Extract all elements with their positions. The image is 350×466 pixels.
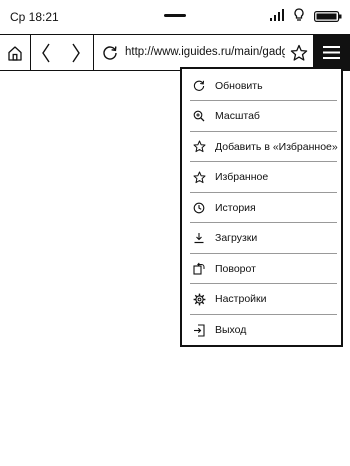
- browser-toolbar: http://www.iguides.ru/main/gadgets: [0, 34, 350, 71]
- status-bar: Ср 18:21: [0, 0, 350, 34]
- address-bar[interactable]: http://www.iguides.ru/main/gadgets: [125, 35, 285, 70]
- star-icon: [192, 170, 206, 184]
- battery-icon: [314, 11, 342, 22]
- refresh-icon: [102, 45, 118, 61]
- menu-button[interactable]: [313, 35, 350, 70]
- frontlight-icon[interactable]: [294, 8, 304, 22]
- chevron-left-icon: [41, 43, 51, 63]
- menu-item-label: Обновить: [215, 79, 263, 92]
- menu-item-rotate[interactable]: Поворот: [190, 254, 337, 284]
- status-time: Ср 18:21: [10, 10, 59, 24]
- menu-item-label: Добавить в «Избранное»: [215, 140, 338, 153]
- menu-item-label: История: [215, 201, 256, 214]
- menu-item-downloads[interactable]: Загрузки: [190, 224, 337, 254]
- menu-item-history[interactable]: История: [190, 193, 337, 223]
- menu-item-label: Выход: [215, 324, 247, 336]
- refresh-icon: [192, 79, 206, 93]
- gear-icon: [192, 292, 206, 306]
- forward-button[interactable]: [61, 35, 91, 70]
- menu-item-favorites[interactable]: Избранное: [190, 163, 337, 193]
- menu-item-settings[interactable]: Настройки: [190, 285, 337, 315]
- bookmark-button[interactable]: [286, 35, 312, 70]
- hamburger-icon: [323, 46, 340, 59]
- menu-item-label: Поворот: [215, 262, 256, 275]
- menu-item-exit[interactable]: Выход: [190, 315, 337, 345]
- download-icon: [192, 231, 206, 245]
- menu-item-refresh[interactable]: Обновить: [190, 71, 337, 101]
- menu-item-add-favorite[interactable]: Добавить в «Избранное»: [190, 132, 338, 162]
- menu-item-label: Масштаб: [215, 110, 260, 122]
- toolbar-divider: [93, 35, 94, 70]
- pull-down-handle[interactable]: [164, 14, 186, 17]
- menu-item-zoom[interactable]: Масштаб: [190, 102, 337, 132]
- history-icon: [192, 201, 206, 215]
- star-icon: [290, 44, 308, 62]
- home-icon: [7, 45, 23, 61]
- menu-item-label: Загрузки: [215, 232, 258, 244]
- reload-button[interactable]: [96, 35, 124, 70]
- wifi-signal-icon: [270, 9, 287, 21]
- back-button[interactable]: [31, 35, 61, 70]
- zoom-icon: [192, 109, 206, 123]
- star-add-icon: [192, 140, 206, 154]
- menu-item-label: Избранное: [215, 171, 269, 183]
- chevron-right-icon: [71, 43, 81, 63]
- rotate-icon: [192, 262, 206, 276]
- browser-menu: Обновить Масштаб Добавить в «Избранное» …: [180, 67, 343, 347]
- menu-item-label: Настройки: [215, 293, 267, 305]
- exit-icon: [192, 323, 206, 337]
- home-button[interactable]: [0, 35, 30, 70]
